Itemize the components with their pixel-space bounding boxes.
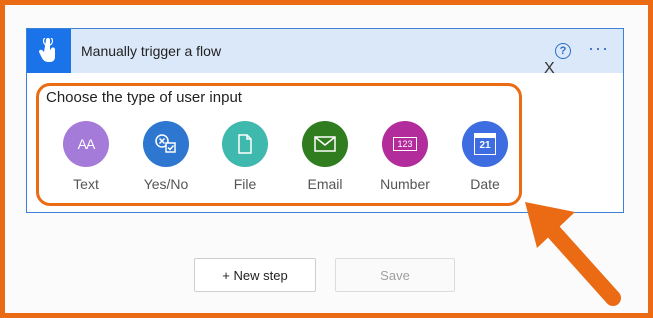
date-glyph: 21 <box>479 140 491 151</box>
option-email[interactable]: Email <box>285 121 365 192</box>
new-step-button[interactable]: + New step <box>194 258 316 292</box>
option-date-label: Date <box>470 176 500 192</box>
file-icon <box>222 121 268 167</box>
pointer-arrow <box>525 202 621 306</box>
yes-no-icon <box>143 121 189 167</box>
number-glyph: 123 <box>393 137 417 151</box>
save-button[interactable]: Save <box>335 258 455 292</box>
option-email-label: Email <box>307 176 343 192</box>
option-text[interactable]: AA Text <box>46 121 126 192</box>
option-yes-no-label: Yes/No <box>143 176 189 192</box>
ellipsis-icon[interactable]: ··· <box>588 38 609 59</box>
option-number[interactable]: 123 Number <box>365 121 445 192</box>
card-title[interactable]: Manually trigger a flow <box>81 43 221 59</box>
option-text-label: Text <box>73 176 99 192</box>
option-date[interactable]: 21 Date <box>445 121 525 192</box>
input-type-prompt: Choose the type of user input <box>46 89 242 106</box>
calendar-icon: 21 <box>462 121 508 167</box>
option-file[interactable]: File <box>205 121 285 192</box>
touch-hand-icon <box>27 29 71 73</box>
question-circle-icon[interactable]: ? <box>555 43 571 59</box>
close-button[interactable]: X <box>544 60 555 78</box>
option-file-label: File <box>233 176 257 192</box>
text-glyph: AA <box>77 136 96 152</box>
text-icon: AA <box>63 121 109 167</box>
number-icon: 123 <box>382 121 428 167</box>
card-header[interactable]: Manually trigger a flow ? ··· <box>27 29 623 73</box>
email-icon <box>302 121 348 167</box>
option-number-label: Number <box>380 176 430 192</box>
option-yes-no[interactable]: Yes/No <box>126 121 206 192</box>
